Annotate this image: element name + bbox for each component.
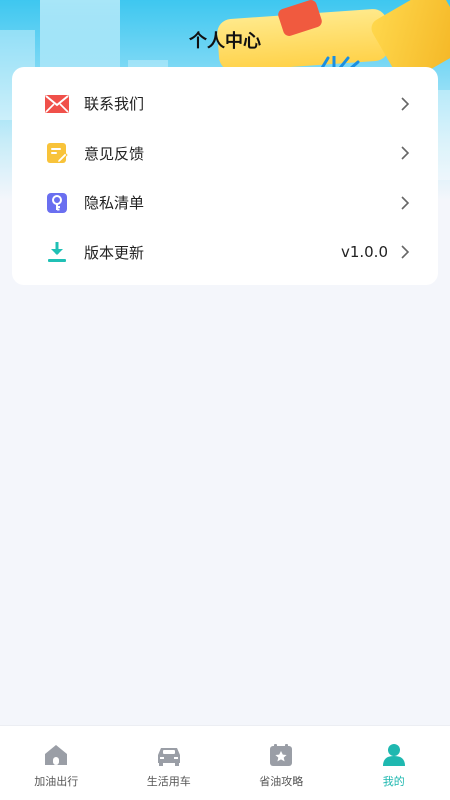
- menu-item-contact-us[interactable]: 联系我们: [12, 79, 438, 129]
- menu-item-version-update[interactable]: 版本更新 v1.0.0: [12, 228, 438, 278]
- tab-label: 加油出行: [34, 775, 79, 788]
- chevron-right-icon: [401, 97, 410, 111]
- tab-label: 省油攻略: [259, 775, 304, 788]
- privacy-icon: [45, 191, 69, 215]
- menu-card: 联系我们 意见反馈 隐私清单 版本更新 v1.0.0: [12, 67, 438, 285]
- menu-item-label: 意见反馈: [84, 144, 145, 163]
- tab-refuel-travel[interactable]: 加油出行: [0, 726, 113, 800]
- home-icon: [45, 745, 68, 765]
- menu-item-label: 联系我们: [84, 95, 145, 114]
- user-icon: [382, 744, 405, 766]
- tab-life-car[interactable]: 生活用车: [113, 726, 226, 800]
- chevron-right-icon: [401, 245, 410, 259]
- menu-item-label: 隐私清单: [84, 194, 145, 213]
- tab-fuel-saving-guide[interactable]: 省油攻略: [225, 726, 338, 800]
- bottom-tab-bar: 加油出行 生活用车 省油攻略 我的: [0, 725, 450, 800]
- guide-icon: [270, 744, 293, 766]
- menu-item-feedback[interactable]: 意见反馈: [12, 129, 438, 179]
- tab-label: 生活用车: [146, 775, 191, 788]
- tab-mine[interactable]: 我的: [338, 726, 450, 800]
- chevron-right-icon: [401, 196, 410, 210]
- feedback-icon: [45, 141, 69, 165]
- download-icon: [45, 240, 69, 264]
- mail-icon: [45, 92, 69, 116]
- menu-item-privacy-list[interactable]: 隐私清单: [12, 178, 438, 228]
- car-icon: [157, 748, 180, 766]
- tab-label: 我的: [382, 775, 405, 788]
- page-title: 个人中心: [189, 31, 261, 52]
- chevron-right-icon: [401, 146, 410, 160]
- menu-item-label: 版本更新: [84, 243, 145, 262]
- version-number: v1.0.0: [340, 243, 388, 262]
